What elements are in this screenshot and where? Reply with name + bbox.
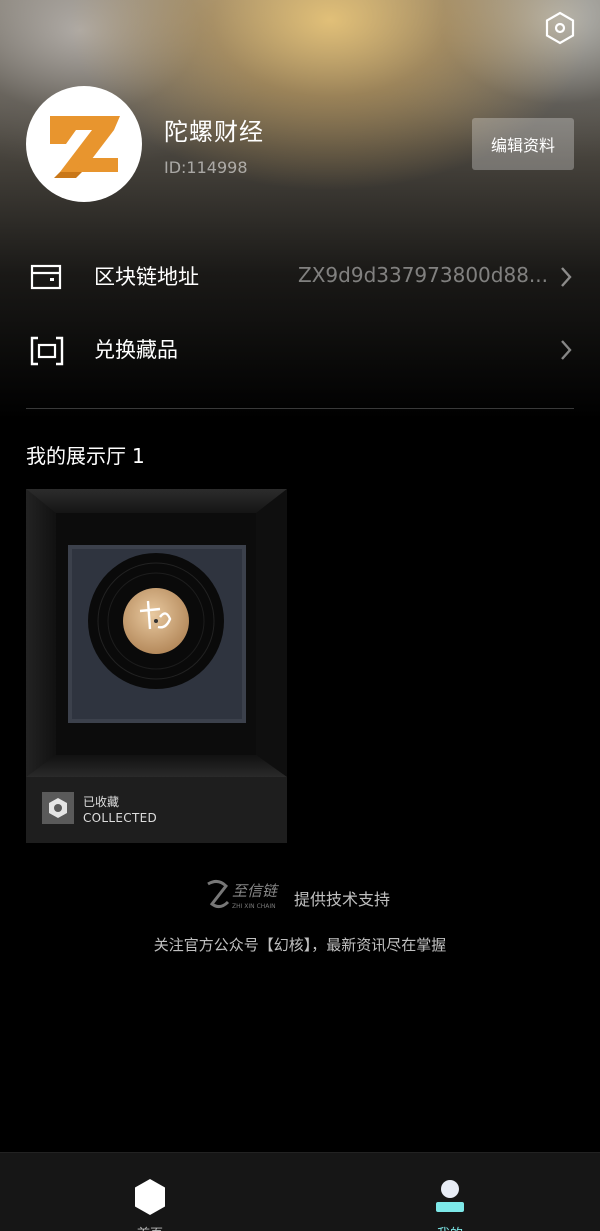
scan-frame-icon: [30, 336, 64, 366]
official-account-notice: 关注官方公众号【幻核】，最新资讯尽在掌握: [153, 936, 447, 954]
tab-home[interactable]: 首页: [0, 1153, 300, 1231]
support-text: 提供技术支持: [294, 890, 391, 909]
profile-id: ID:114998: [164, 158, 248, 177]
tech-support: 至信链 ZHI XIN CHAIN 提供技术支持: [204, 876, 424, 920]
profile-name: 陀螺财经: [164, 118, 264, 146]
chain-address-row[interactable]: 区块链地址 ZX9d9d337973800d88...: [0, 247, 600, 307]
settings-hexagon-icon: [545, 11, 575, 45]
section-divider: [26, 408, 574, 409]
avatar-logo-icon: [50, 116, 120, 178]
gallery-title-text: 我的展示厅: [26, 444, 126, 468]
tab-mine[interactable]: 我的: [300, 1153, 600, 1231]
chevron-right-icon: [561, 340, 572, 360]
user-icon: [436, 1180, 464, 1212]
gallery-count: 1: [132, 444, 145, 468]
collected-status-en: COLLECTED: [83, 811, 158, 825]
avatar[interactable]: [26, 86, 142, 202]
zhixin-chain-logo: 至信链 ZHI XIN CHAIN: [207, 879, 280, 910]
collection-card[interactable]: 已收藏 COLLECTED: [26, 489, 287, 843]
gallery-title: 我的展示厅 1: [26, 440, 145, 469]
wallet-icon: [30, 264, 62, 290]
settings-button[interactable]: [540, 10, 580, 46]
svg-text:ZHI XIN CHAIN: ZHI XIN CHAIN: [232, 903, 276, 910]
redeem-label: 兑换藏品: [94, 338, 178, 362]
bottom-tab-bar: 首页 我的: [0, 1152, 600, 1231]
display-frame-image: [26, 489, 287, 777]
edit-profile-button[interactable]: 编辑资料: [472, 118, 574, 170]
card-footer: 已收藏 COLLECTED: [26, 777, 287, 843]
hexagon-icon: [135, 1179, 165, 1215]
collected-status-cn: 已收藏: [83, 795, 120, 809]
collected-badge-icon: [42, 792, 74, 824]
chevron-right-icon: [561, 267, 572, 287]
svg-text:至信链: 至信链: [232, 882, 280, 900]
redeem-row[interactable]: 兑换藏品: [0, 320, 600, 380]
chain-address-label: 区块链地址: [94, 265, 199, 289]
chain-address-value: ZX9d9d337973800d88...: [298, 263, 548, 287]
tab-mine-label: 我的: [300, 1223, 600, 1231]
tab-home-label: 首页: [0, 1223, 300, 1231]
